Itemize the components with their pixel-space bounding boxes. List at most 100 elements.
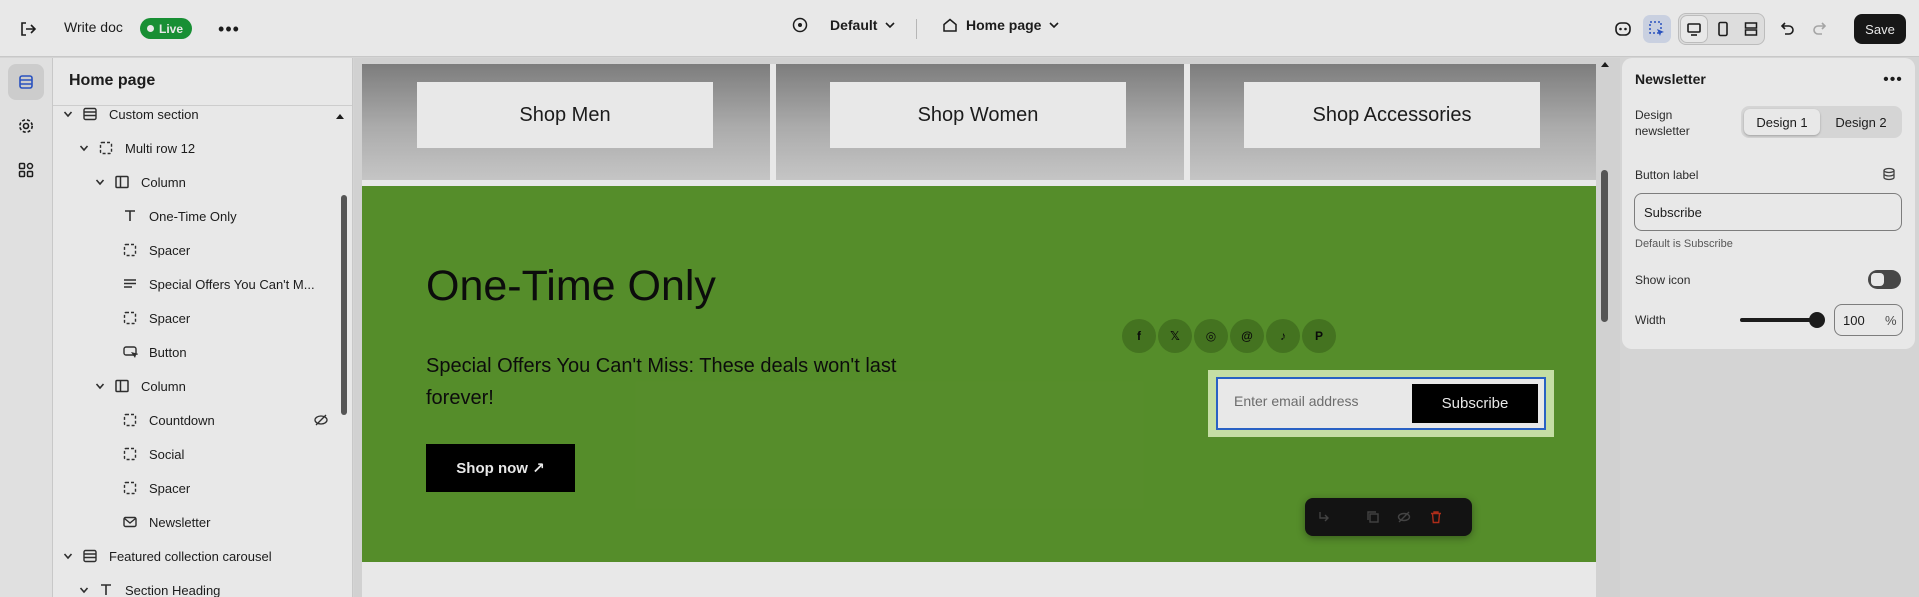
category-button[interactable]: Shop Women bbox=[830, 82, 1126, 148]
divider bbox=[916, 19, 917, 39]
chevron-down-icon[interactable] bbox=[93, 177, 107, 187]
settings-panel: Newsletter ••• Design newsletter Design … bbox=[1620, 58, 1919, 597]
canvas-scrollbar[interactable] bbox=[1601, 170, 1608, 322]
shop-now-button[interactable]: Shop now ↗ bbox=[426, 444, 575, 492]
redo-icon[interactable] bbox=[1806, 15, 1834, 43]
chevron-down-icon[interactable] bbox=[93, 381, 107, 391]
instagram-icon[interactable]: ◎ bbox=[1194, 319, 1228, 353]
chevron-down-icon[interactable] bbox=[61, 551, 75, 561]
subscribe-button[interactable]: Subscribe bbox=[1412, 384, 1538, 423]
button-icon bbox=[121, 343, 139, 361]
newsletter-settings-card: Newsletter ••• Design newsletter Design … bbox=[1622, 58, 1915, 349]
hide-icon[interactable] bbox=[1393, 506, 1415, 528]
tree-item-label: Spacer bbox=[149, 480, 191, 496]
theme-selector[interactable]: Default bbox=[792, 17, 896, 33]
document-title: Write doc bbox=[64, 19, 123, 35]
tree-item-label: Spacer bbox=[149, 310, 191, 326]
dynamic-source-icon[interactable] bbox=[1882, 167, 1896, 181]
tree-item[interactable]: Special Offers You Can't M... bbox=[121, 267, 315, 301]
tree-item[interactable]: Social bbox=[121, 437, 184, 471]
chevron-down-icon[interactable] bbox=[77, 585, 91, 595]
dashed-box-icon bbox=[121, 309, 139, 327]
delete-icon[interactable] bbox=[1425, 506, 1447, 528]
tree-item[interactable]: Spacer bbox=[121, 233, 190, 267]
tree-item[interactable]: One-Time Only bbox=[121, 199, 237, 233]
undo-icon[interactable] bbox=[1773, 15, 1801, 43]
width-slider-track[interactable] bbox=[1740, 318, 1818, 322]
apps-icon[interactable] bbox=[8, 152, 44, 188]
duplicate-icon[interactable] bbox=[1362, 506, 1384, 528]
tree-item[interactable]: Column bbox=[93, 165, 186, 199]
chevron-down-icon bbox=[1049, 22, 1060, 29]
fullscreen-view-icon[interactable] bbox=[1737, 15, 1765, 43]
move-icon[interactable] bbox=[1313, 506, 1335, 528]
chevron-down-icon[interactable] bbox=[77, 143, 91, 153]
drag-icon[interactable] bbox=[1342, 506, 1364, 528]
tree-item[interactable]: Featured collection carousel bbox=[61, 539, 272, 573]
more-options-icon[interactable]: ••• bbox=[215, 15, 243, 43]
tiktok-icon[interactable]: ♪ bbox=[1266, 319, 1300, 353]
panel-title: Newsletter bbox=[1635, 71, 1706, 87]
mobile-view-icon[interactable] bbox=[1709, 15, 1737, 43]
tree-item[interactable]: Newsletter bbox=[121, 505, 210, 539]
email-input[interactable]: Enter email address bbox=[1234, 393, 1359, 409]
tree-item[interactable]: Multi row 12 bbox=[77, 131, 195, 165]
theme-label: Default bbox=[830, 17, 878, 33]
more-options-icon[interactable]: ••• bbox=[1880, 68, 1906, 92]
x-icon[interactable]: 𝕏 bbox=[1158, 319, 1192, 353]
tree-item-label: Spacer bbox=[149, 242, 191, 258]
tree-scrollbar[interactable] bbox=[341, 195, 347, 415]
tree-item-label: Custom section bbox=[109, 106, 199, 122]
block-toolbar bbox=[1305, 498, 1472, 536]
sections-icon[interactable] bbox=[8, 64, 44, 100]
width-value: 100 bbox=[1843, 313, 1865, 328]
tree-item[interactable]: Custom section bbox=[61, 97, 199, 131]
scroll-up-icon[interactable] bbox=[335, 112, 345, 122]
promo-section: One-Time Only Special Offers You Can't M… bbox=[362, 186, 1596, 562]
hidden-eye-icon[interactable] bbox=[313, 413, 329, 430]
button-label-title: Button label bbox=[1635, 168, 1699, 182]
section-icon bbox=[81, 105, 99, 123]
tree-item-label: Column bbox=[141, 174, 186, 190]
facebook-icon[interactable]: f bbox=[1122, 319, 1156, 353]
settings-gear-icon[interactable] bbox=[8, 108, 44, 144]
ai-assistant-icon[interactable] bbox=[1609, 15, 1637, 43]
toggle-knob bbox=[1871, 273, 1884, 286]
desktop-view-icon[interactable] bbox=[1680, 15, 1708, 43]
inspector-select-icon[interactable] bbox=[1643, 15, 1671, 43]
category-button[interactable]: Shop Accessories bbox=[1244, 82, 1540, 148]
pinterest-icon[interactable]: P bbox=[1302, 319, 1336, 353]
width-input[interactable]: 100 % bbox=[1834, 304, 1903, 336]
width-slider-thumb[interactable] bbox=[1809, 312, 1825, 328]
dashed-box-icon bbox=[97, 139, 115, 157]
tree-item[interactable]: Spacer bbox=[121, 471, 190, 505]
button-label-input[interactable]: Subscribe bbox=[1634, 193, 1902, 231]
chevron-down-icon[interactable] bbox=[61, 109, 75, 119]
design-segmented-control: Design 1 Design 2 bbox=[1741, 106, 1902, 138]
show-icon-toggle[interactable] bbox=[1868, 270, 1901, 289]
tree-item[interactable]: Spacer bbox=[121, 301, 190, 335]
tree-item[interactable]: Column bbox=[93, 369, 186, 403]
tree-item[interactable]: Button bbox=[121, 335, 187, 369]
design-1-option[interactable]: Design 1 bbox=[1744, 109, 1820, 135]
promo-heading: One-Time Only bbox=[426, 262, 716, 310]
design-label: Design newsletter bbox=[1635, 108, 1690, 138]
save-button[interactable]: Save bbox=[1854, 14, 1906, 44]
tree-item-label: Social bbox=[149, 446, 185, 462]
tree-item[interactable]: Section Heading bbox=[77, 573, 220, 597]
threads-icon[interactable]: @ bbox=[1230, 319, 1264, 353]
design-2-option[interactable]: Design 2 bbox=[1823, 109, 1899, 135]
text-icon bbox=[121, 207, 139, 225]
chevron-down-icon bbox=[885, 22, 896, 29]
tree-item-label: One-Time Only bbox=[149, 208, 237, 224]
tree-title: Home page bbox=[69, 72, 156, 89]
scroll-up-icon[interactable] bbox=[1600, 60, 1610, 68]
tree-item-label: Newsletter bbox=[149, 514, 211, 530]
dashed-box-icon bbox=[121, 411, 139, 429]
tree-item-label: Column bbox=[141, 378, 186, 394]
device-toggle-group bbox=[1678, 13, 1765, 45]
exit-icon[interactable] bbox=[14, 15, 42, 43]
category-button[interactable]: Shop Men bbox=[417, 82, 713, 148]
tree-item[interactable]: Countdown bbox=[121, 403, 328, 437]
page-selector[interactable]: Home page bbox=[942, 17, 1060, 33]
